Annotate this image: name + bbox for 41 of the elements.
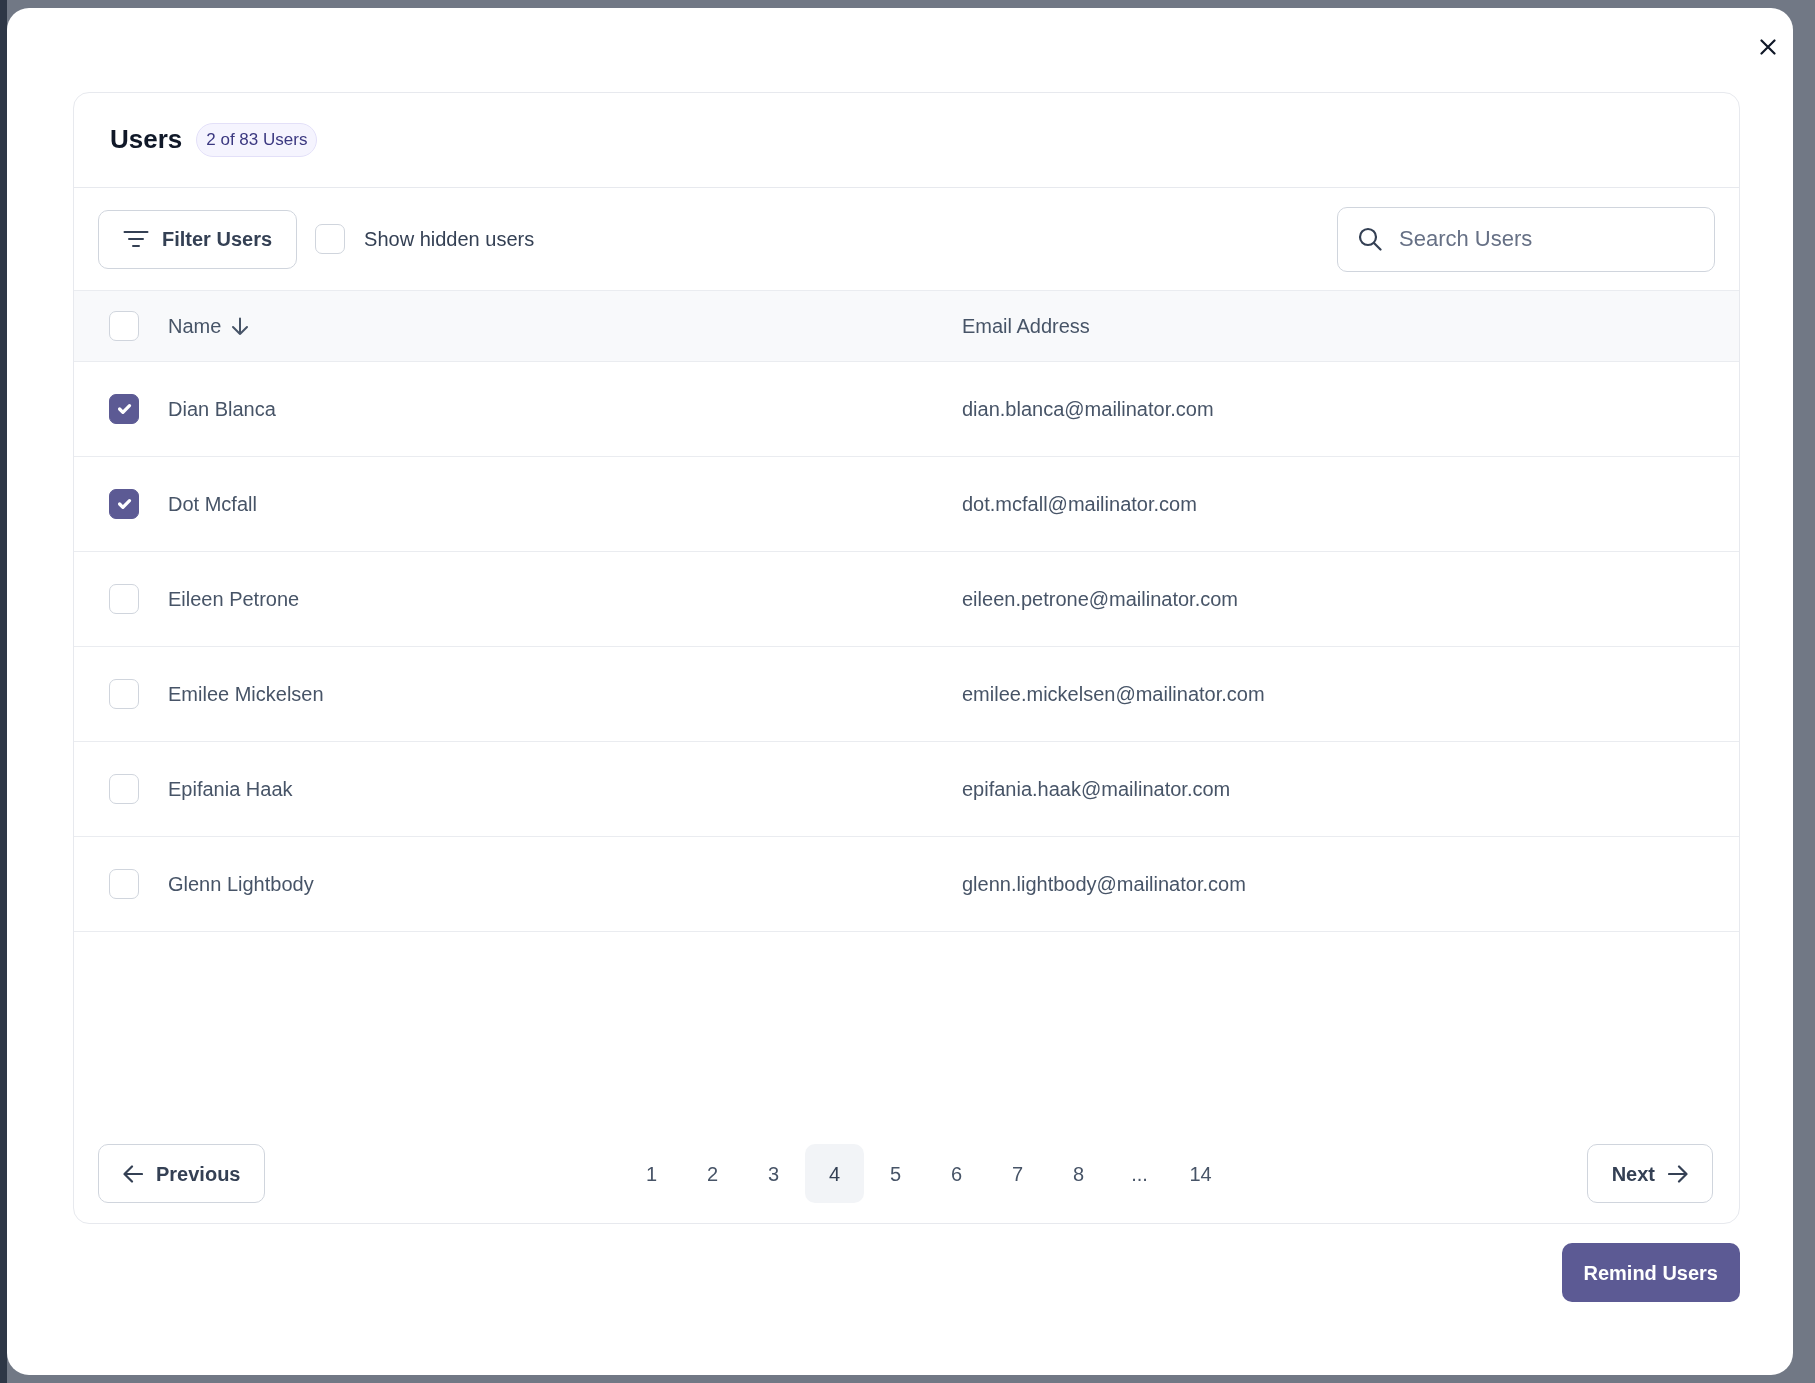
filter-icon: [123, 230, 149, 248]
page-button[interactable]: 6: [927, 1144, 987, 1203]
page-button[interactable]: 3: [744, 1144, 804, 1203]
email-cell: emilee.mickelsen@mailinator.com: [962, 683, 1265, 705]
previous-button[interactable]: Previous: [98, 1144, 266, 1203]
column-header[interactable]: Name: [168, 311, 250, 341]
close-icon: [1760, 39, 1776, 55]
name-cell: Dot Mcfall: [168, 493, 257, 515]
email-cell: dot.mcfall@mailinator.com: [962, 493, 1197, 515]
arrow-left-icon: [123, 1164, 143, 1183]
search-icon: [1358, 226, 1382, 251]
next-button[interactable]: Next: [1586, 1144, 1713, 1203]
checkbox[interactable]: [315, 224, 346, 254]
checkbox-label[interactable]: Show hidden users: [364, 224, 535, 254]
remind-users-button[interactable]: Remind Users: [1561, 1243, 1740, 1302]
name-cell: Epifania Haak: [168, 778, 293, 800]
email-cell: epifania.haak@mailinator.com: [962, 778, 1231, 800]
column-header: Email Address: [962, 315, 1090, 337]
name-cell: Emilee Mickelsen: [168, 683, 324, 705]
email-cell: dian.blanca@mailinator.com: [962, 398, 1214, 420]
page-button[interactable]: 2: [683, 1144, 743, 1203]
email-cell: glenn.lightbody@mailinator.com: [962, 873, 1246, 895]
name-cell: Dian Blanca: [168, 398, 276, 420]
name-cell: Glenn Lightbody: [168, 873, 314, 895]
page-button[interactable]: 14: [1171, 1144, 1231, 1203]
page-button[interactable]: 7: [988, 1144, 1048, 1203]
name-cell: Eileen Petrone: [168, 588, 300, 610]
filter-button[interactable]: Filter Users: [98, 209, 298, 269]
row-checkbox[interactable]: [109, 394, 139, 424]
page-button[interactable]: 1: [622, 1144, 682, 1203]
checkbox[interactable]: [109, 311, 139, 341]
page-button[interactable]: 8: [1049, 1144, 1109, 1203]
row-checkbox[interactable]: [109, 489, 139, 519]
arrow-right-icon: [1668, 1164, 1688, 1183]
email-cell: eileen.petrone@mailinator.com: [962, 588, 1238, 610]
search-field[interactable]: Search Users: [1337, 206, 1715, 272]
page-button[interactable]: 4: [805, 1144, 865, 1203]
page-button[interactable]: 5: [866, 1144, 926, 1203]
page-ellipsis: ...: [1130, 1161, 1149, 1187]
count-badge: 2 of 83 Users: [196, 123, 318, 157]
card-title: Users: [110, 124, 183, 156]
